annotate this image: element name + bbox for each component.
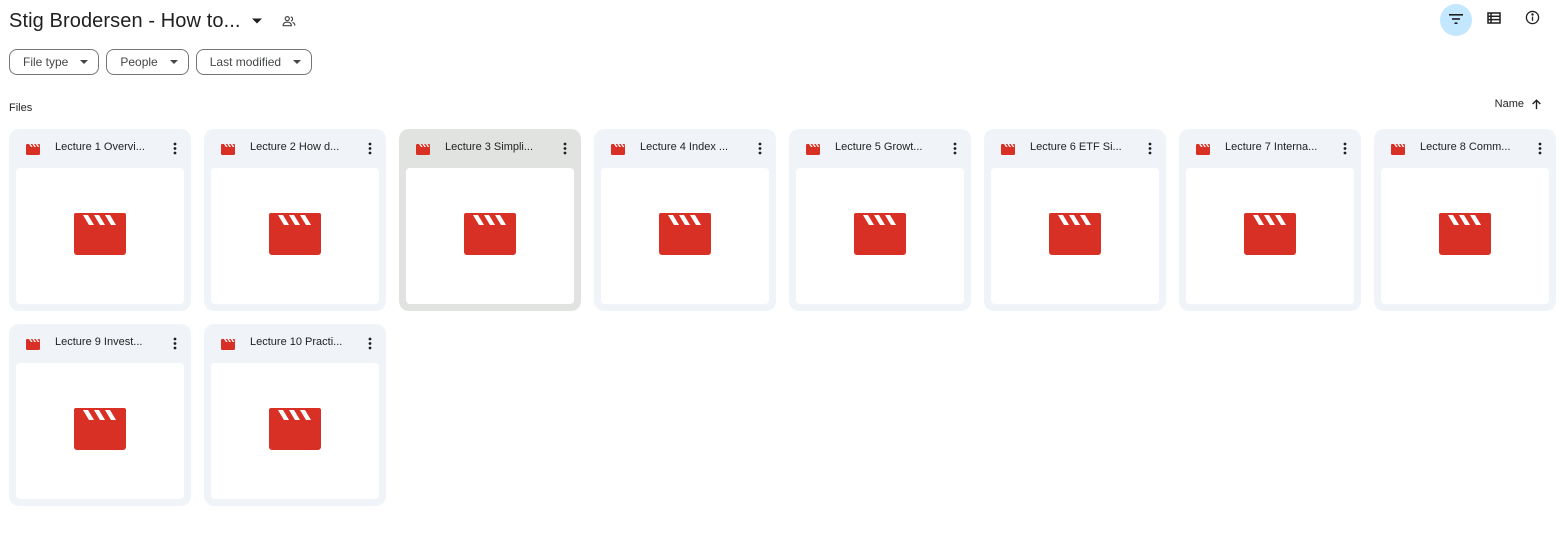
filter-chips: File type People Last modified: [9, 49, 313, 75]
file-card-header: Lecture 6 ETF Si...: [984, 129, 1166, 167]
file-name: Lecture 3 Simpli...: [445, 141, 534, 153]
video-file-icon: [1001, 142, 1015, 155]
file-thumbnail[interactable]: [601, 168, 769, 304]
file-thumbnail[interactable]: [211, 168, 379, 304]
file-name: Lecture 9 Invest...: [55, 336, 143, 348]
file-card-6[interactable]: Lecture 6 ETF Si...: [984, 129, 1166, 311]
file-name: Lecture 1 Overvi...: [55, 141, 145, 153]
more-vert-icon[interactable]: [1532, 140, 1548, 156]
file-card-10[interactable]: Lecture 10 Practi...: [204, 324, 386, 506]
file-thumbnail[interactable]: [1186, 168, 1354, 304]
file-card-header: Lecture 9 Invest...: [9, 324, 191, 362]
drive-header: Stig Brodersen - How to...: [0, 0, 1560, 40]
chip-label: Last modified: [209, 55, 282, 69]
video-thumbnail-icon: [74, 407, 126, 455]
file-name: Lecture 2 How d...: [250, 141, 340, 153]
file-grid: Lecture 1 Overvi... Lecture 2 How d... L…: [9, 129, 1556, 506]
file-name: Lecture 8 Comm...: [1420, 141, 1511, 153]
video-thumbnail-icon: [464, 212, 516, 260]
more-vert-icon[interactable]: [1142, 140, 1158, 156]
video-file-icon: [221, 142, 235, 155]
more-vert-icon[interactable]: [947, 140, 963, 156]
file-card-2[interactable]: Lecture 2 How d...: [204, 129, 386, 311]
file-thumbnail[interactable]: [796, 168, 964, 304]
video-file-icon: [26, 337, 40, 350]
file-card-header: Lecture 1 Overvi...: [9, 129, 191, 167]
video-file-icon: [806, 142, 820, 155]
more-vert-icon[interactable]: [362, 335, 378, 351]
arrow-drop-down-icon: [169, 59, 178, 65]
video-file-icon: [221, 337, 235, 350]
sort-label: Name: [1494, 98, 1524, 110]
file-card-header: Lecture 4 Index ...: [594, 129, 776, 167]
details-button[interactable]: [1516, 4, 1548, 36]
file-card-header: Lecture 3 Simpli...: [399, 129, 581, 167]
video-thumbnail-icon: [269, 407, 321, 455]
file-type-filter[interactable]: File type: [9, 49, 100, 75]
more-vert-icon[interactable]: [362, 140, 378, 156]
files-section-label: Files: [9, 102, 33, 114]
arrow-drop-down-icon: [293, 59, 302, 65]
folder-title-button[interactable]: Stig Brodersen - How to...: [9, 8, 297, 34]
file-thumbnail[interactable]: [991, 168, 1159, 304]
arrow-drop-down-icon[interactable]: [251, 15, 263, 27]
file-name: Lecture 4 Index ...: [640, 141, 729, 153]
file-thumbnail[interactable]: [16, 168, 184, 304]
file-thumbnail[interactable]: [1381, 168, 1549, 304]
more-vert-icon[interactable]: [557, 140, 573, 156]
file-card-3[interactable]: Lecture 3 Simpli...: [399, 129, 581, 311]
video-file-icon: [26, 142, 40, 155]
more-vert-icon[interactable]: [167, 335, 183, 351]
chip-label: File type: [23, 55, 69, 69]
sort-by-name-button[interactable]: Name: [1495, 98, 1542, 110]
video-thumbnail-icon: [1049, 212, 1101, 260]
folder-title: Stig Brodersen - How to...: [9, 9, 241, 32]
shared-people-icon: [281, 13, 297, 29]
video-thumbnail-icon: [269, 212, 321, 260]
file-card-7[interactable]: Lecture 7 Interna...: [1179, 129, 1361, 311]
chip-label: People: [120, 55, 158, 69]
list-view-icon: [1487, 11, 1501, 29]
last-modified-filter[interactable]: Last modified: [195, 49, 313, 75]
file-thumbnail[interactable]: [211, 363, 379, 499]
file-card-1[interactable]: Lecture 1 Overvi...: [9, 129, 191, 311]
video-thumbnail-icon: [1244, 212, 1296, 260]
file-card-header: Lecture 5 Growt...: [789, 129, 971, 167]
file-card-4[interactable]: Lecture 4 Index ...: [594, 129, 776, 311]
more-vert-icon[interactable]: [1337, 140, 1353, 156]
file-card-header: Lecture 7 Interna...: [1179, 129, 1361, 167]
video-file-icon: [611, 142, 625, 155]
file-card-header: Lecture 10 Practi...: [204, 324, 386, 362]
filter-button[interactable]: [1440, 4, 1472, 36]
arrow-drop-down-icon: [80, 59, 89, 65]
people-filter[interactable]: People: [106, 49, 189, 75]
file-name: Lecture 7 Interna...: [1225, 141, 1318, 153]
filter-list-icon: [1449, 11, 1463, 29]
more-vert-icon[interactable]: [752, 140, 768, 156]
file-name: Lecture 10 Practi...: [250, 336, 343, 348]
more-vert-icon[interactable]: [167, 140, 183, 156]
file-card-9[interactable]: Lecture 9 Invest...: [9, 324, 191, 506]
file-card-5[interactable]: Lecture 5 Growt...: [789, 129, 971, 311]
info-icon: [1525, 10, 1540, 30]
file-thumbnail[interactable]: [406, 168, 574, 304]
file-thumbnail[interactable]: [16, 363, 184, 499]
arrow-upward-icon: [1530, 98, 1542, 110]
video-thumbnail-icon: [659, 212, 711, 260]
view-actions: [1440, 4, 1548, 36]
list-view-button[interactable]: [1478, 4, 1510, 36]
file-name: Lecture 6 ETF Si...: [1030, 141, 1122, 153]
video-thumbnail-icon: [854, 212, 906, 260]
file-card-header: Lecture 2 How d...: [204, 129, 386, 167]
video-file-icon: [1391, 142, 1405, 155]
video-file-icon: [1196, 142, 1210, 155]
file-card-header: Lecture 8 Comm...: [1374, 129, 1556, 167]
video-thumbnail-icon: [1439, 212, 1491, 260]
file-card-8[interactable]: Lecture 8 Comm...: [1374, 129, 1556, 311]
video-thumbnail-icon: [74, 212, 126, 260]
video-file-icon: [416, 142, 430, 155]
file-name: Lecture 5 Growt...: [835, 141, 923, 153]
